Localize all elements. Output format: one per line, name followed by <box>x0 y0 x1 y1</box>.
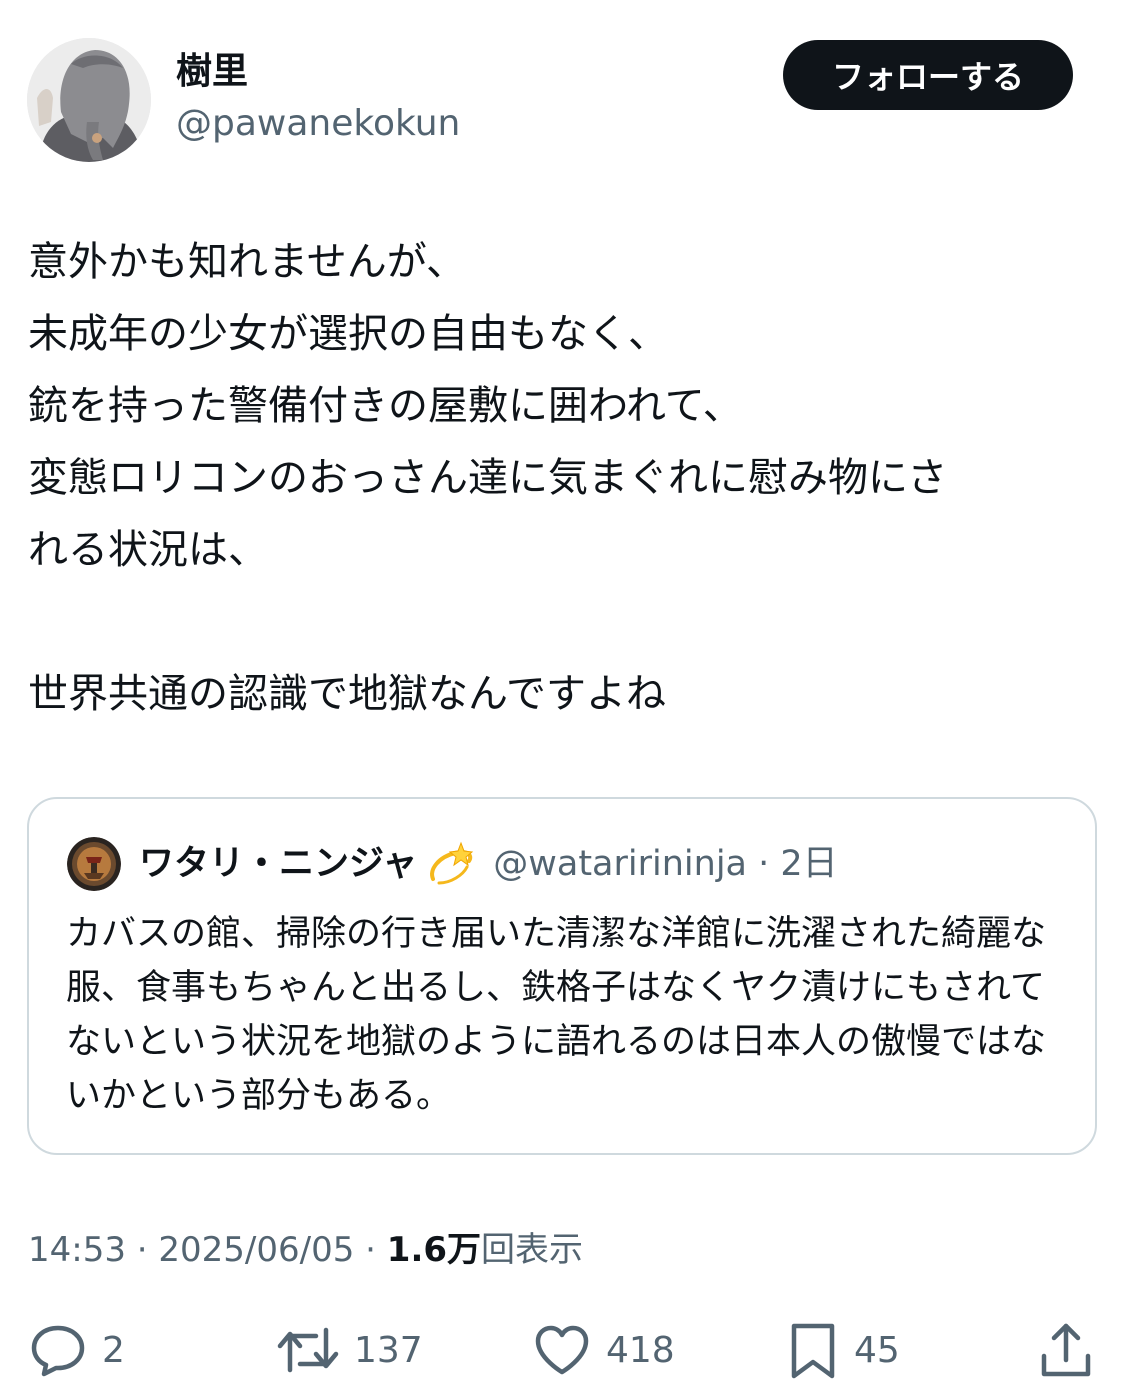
quoted-tweet-text: カバスの館、掃除の行き届いた清潔な洋館に洗濯された綺麗な服、食事もちゃんと出るし… <box>66 914 1047 1116</box>
quoted-tweet-header: ワタリ・ニンジャ @wataririninja · 2日 <box>139 839 838 889</box>
quoted-author-avatar <box>67 837 121 891</box>
author-handle[interactable]: @pawanekokun <box>176 100 460 148</box>
views-count: 1.6万 <box>386 1230 482 1270</box>
share-icon <box>1036 1320 1096 1380</box>
timestamp[interactable]: 14:53 · 2025/06/05 · <box>28 1230 387 1270</box>
quoted-author-name: ワタリ・ニンジャ <box>139 844 418 884</box>
like-button[interactable]: 418 <box>532 1318 675 1382</box>
bookmark-icon <box>786 1320 840 1380</box>
repost-count: 137 <box>354 1329 423 1371</box>
tweet-page: 樹里 @pawanekokun フォローする 意外かも知れませんが、 未成年の少… <box>0 0 1125 1390</box>
tweet-meta: 14:53 · 2025/06/05 · 1.6万回表示 <box>28 1226 583 1274</box>
follow-button[interactable]: フォローする <box>783 40 1073 110</box>
bookmark-button[interactable]: 45 <box>786 1318 900 1382</box>
tweet-text: 意外かも知れませんが、 未成年の少女が選択の自由もなく、 銃を持った警備付きの屋… <box>28 239 948 717</box>
bookmark-count: 45 <box>854 1329 900 1371</box>
dizzy-star-icon <box>425 839 475 889</box>
repost-button[interactable]: 137 <box>276 1318 423 1382</box>
quoted-author-handle-time: @wataririninja · 2日 <box>493 844 838 884</box>
author-display-name[interactable]: 樹里 <box>176 48 248 96</box>
reply-bubble-icon <box>28 1320 88 1380</box>
views-label: 回表示 <box>481 1230 584 1270</box>
reply-button[interactable]: 2 <box>28 1318 125 1382</box>
author-avatar[interactable] <box>27 38 151 162</box>
reply-count: 2 <box>102 1329 125 1371</box>
heart-icon <box>532 1320 592 1380</box>
share-button[interactable] <box>1036 1318 1096 1382</box>
quoted-tweet-card[interactable]: ワタリ・ニンジャ @wataririninja · 2日 カバスの館、掃除の行き… <box>27 797 1097 1155</box>
repost-arrows-icon <box>276 1320 340 1380</box>
like-count: 418 <box>606 1329 675 1371</box>
